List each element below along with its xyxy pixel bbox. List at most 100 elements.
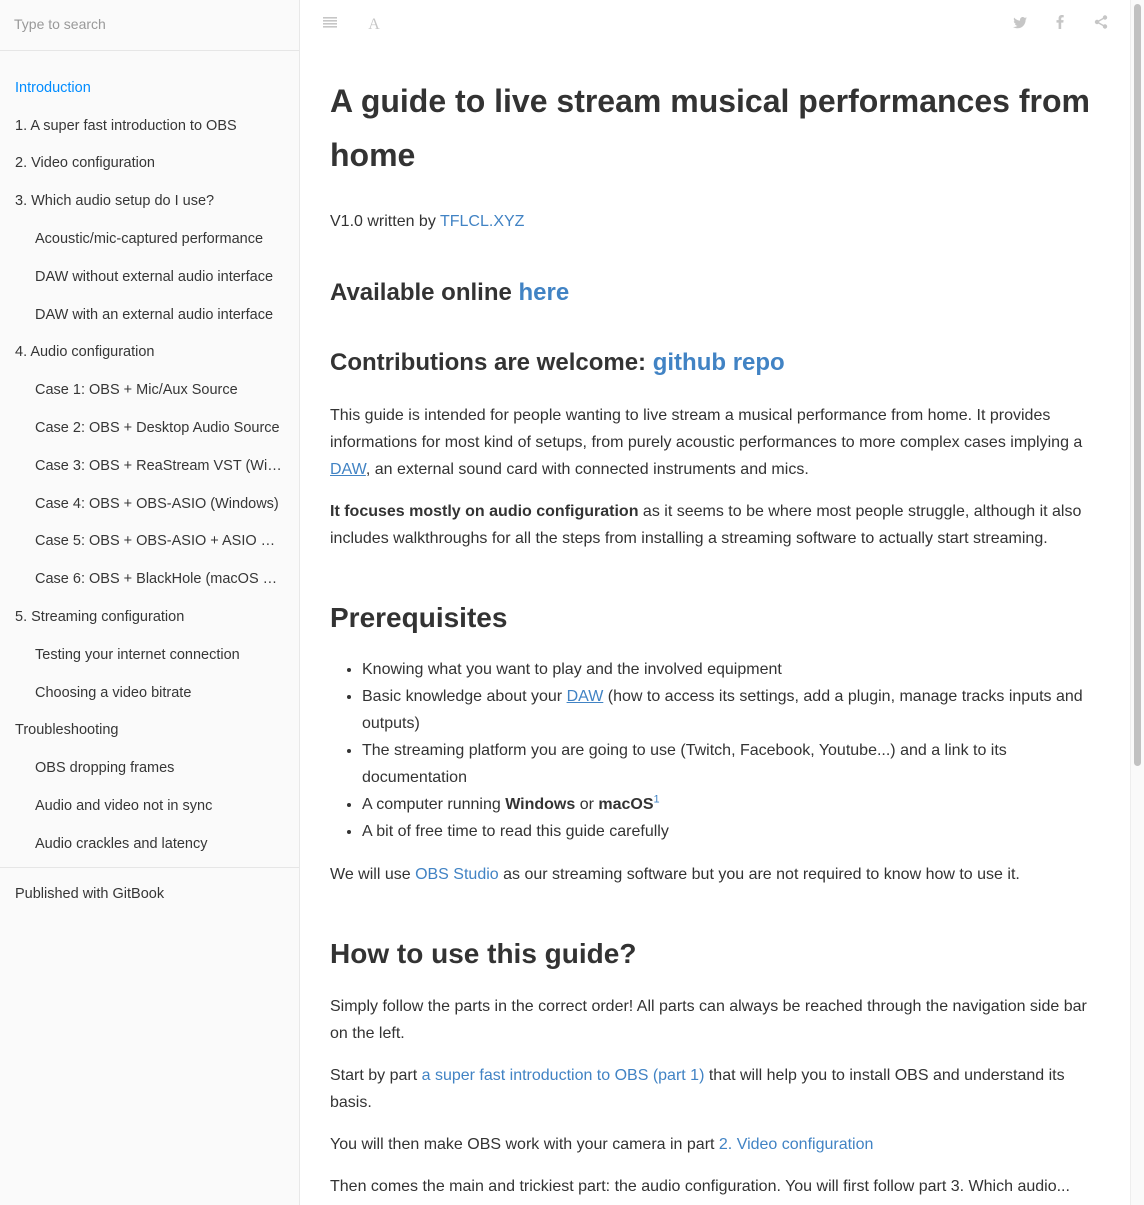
sidebar-item[interactable]: Case 5: OBS + OBS-ASIO + ASIO multi-clie…	[0, 523, 299, 561]
sidebar-item-link[interactable]: Case 5: OBS + OBS-ASIO + ASIO multi-clie…	[0, 533, 284, 549]
list-item: The streaming platform you are going to …	[362, 737, 1105, 791]
daw-link[interactable]: DAW	[330, 461, 366, 478]
contributions-text: Contributions are welcome:	[330, 349, 653, 376]
list-item-text: or	[575, 796, 599, 813]
sidebar-item[interactable]: 1. A super fast introduction to OBS	[0, 107, 299, 145]
sidebar-item[interactable]: Troubleshooting	[0, 712, 299, 750]
author-link[interactable]: TFLCL.XYZ	[440, 213, 524, 230]
sidebar-item[interactable]: Introduction	[0, 69, 299, 107]
intro-text-b: , an external sound card with connected …	[365, 461, 809, 478]
available-text: Available online	[330, 279, 519, 306]
howto-text-a: You will then make OBS work with your ca…	[330, 1136, 719, 1153]
sidebar: Introduction 1. A super fast introduction…	[0, 0, 300, 1205]
scrollbar[interactable]	[1130, 0, 1144, 1205]
page-content: A guide to live stream musical performan…	[330, 70, 1105, 1205]
sidebar-item[interactable]: DAW with an external audio interface	[0, 296, 299, 334]
book-header: A	[300, 0, 1130, 50]
prerequisites-heading: Prerequisites	[330, 602, 508, 633]
intro-bold: It focuses mostly on audio configuration	[330, 503, 639, 520]
list-item: Basic knowledge about your DAW (how to a…	[362, 683, 1105, 737]
part1-link[interactable]: a super fast introduction to OBS (part 1…	[422, 1067, 705, 1084]
sidebar-item-link[interactable]: Audio crackles and latency	[0, 836, 284, 852]
list-item: A bit of free time to read this guide ca…	[362, 818, 1105, 845]
sidebar-item[interactable]: 2. Video configuration	[0, 145, 299, 183]
howto-paragraph-1: Simply follow the parts in the correct o…	[330, 998, 1087, 1042]
sidebar-item[interactable]: Case 4: OBS + OBS-ASIO (Windows)	[0, 485, 299, 523]
list-item: A computer running Windows or macOS1	[362, 791, 1105, 818]
list-item-text: Knowing what you want to play and the in…	[362, 661, 782, 678]
sidebar-item-link[interactable]: 3. Which audio setup do I use?	[0, 193, 270, 209]
obs-text-b: as our streaming software but you are no…	[498, 866, 1020, 883]
windows-bold: Windows	[505, 796, 576, 813]
sidebar-item-link[interactable]: 2. Video configuration	[0, 155, 270, 171]
sidebar-item[interactable]: Audio crackles and latency	[0, 825, 299, 863]
page-title: A guide to live stream musical performan…	[330, 83, 1090, 173]
list-item-text: A computer running	[362, 796, 506, 813]
available-online-heading: Available online here	[330, 275, 1105, 311]
sidebar-item-link[interactable]: OBS dropping frames	[0, 760, 284, 776]
facebook-icon[interactable]	[1050, 15, 1070, 35]
contributions-heading: Contributions are welcome: github repo	[330, 345, 1105, 381]
sidebar-item-link[interactable]: Testing your internet connection	[0, 647, 284, 663]
sidebar-item-link[interactable]: Case 1: OBS + Mic/Aux Source	[0, 382, 284, 398]
scrollbar-thumb[interactable]	[1134, 4, 1141, 766]
sidebar-item-link[interactable]: Audio and video not in sync	[0, 798, 284, 814]
list-item: Knowing what you want to play and the in…	[362, 656, 1105, 683]
sidebar-item[interactable]: 5. Streaming configuration	[0, 598, 299, 636]
obs-studio-link[interactable]: OBS Studio	[415, 866, 499, 883]
howto-paragraph-3: You will then make OBS work with your ca…	[330, 1131, 1105, 1158]
video-config-link[interactable]: 2. Video configuration	[719, 1136, 873, 1153]
intro-text-a: This guide is intended for people wantin…	[330, 407, 1083, 451]
share-icon[interactable]	[1091, 15, 1111, 35]
sidebar-item-link[interactable]: DAW with an external audio interface	[0, 307, 284, 323]
byline: V1.0 written by TFLCL.XYZ	[330, 208, 1105, 235]
published-with-gitbook-link[interactable]: Published with GitBook	[0, 868, 299, 920]
sidebar-item-link[interactable]: 4. Audio configuration	[0, 344, 270, 360]
menu-icon[interactable]	[320, 15, 340, 35]
sidebar-item[interactable]: 3. Which audio setup do I use?	[0, 182, 299, 220]
sidebar-item[interactable]: Case 6: OBS + BlackHole (macOS only)	[0, 560, 299, 598]
intro-paragraph-1: This guide is intended for people wantin…	[330, 402, 1105, 483]
summary-nav: Introduction 1. A super fast introduction…	[0, 51, 299, 863]
sidebar-item[interactable]: Testing your internet connection	[0, 636, 299, 674]
footnote-link[interactable]: 1	[654, 794, 660, 806]
sidebar-item-link[interactable]: DAW without external audio interface	[0, 269, 284, 285]
github-repo-link[interactable]: github repo	[653, 349, 785, 376]
search-input[interactable]	[14, 16, 285, 32]
twitter-icon[interactable]	[1010, 15, 1030, 35]
daw-link[interactable]: DAW	[567, 688, 604, 705]
sidebar-item[interactable]: DAW without external audio interface	[0, 258, 299, 296]
here-link[interactable]: here	[519, 279, 570, 306]
macos-bold: macOS	[598, 796, 654, 813]
search-bar	[0, 0, 299, 51]
obs-paragraph: We will use OBS Studio as our streaming …	[330, 861, 1105, 888]
sidebar-item-link[interactable]: 5. Streaming configuration	[0, 609, 270, 625]
sidebar-item-link[interactable]: Choosing a video bitrate	[0, 685, 284, 701]
how-to-heading: How to use this guide?	[330, 938, 637, 969]
sidebar-item-link[interactable]: Acoustic/mic-captured performance	[0, 231, 284, 247]
list-item-text: Basic knowledge about your	[362, 688, 567, 705]
sidebar-item[interactable]: Audio and video not in sync	[0, 787, 299, 825]
sidebar-item-link[interactable]: Troubleshooting	[0, 722, 270, 738]
sidebar-item-link[interactable]: Case 2: OBS + Desktop Audio Source	[0, 420, 284, 436]
sidebar-item[interactable]: Case 1: OBS + Mic/Aux Source	[0, 371, 299, 409]
sidebar-item-link[interactable]: Case 3: OBS + ReaStream VST (Windows)	[0, 458, 284, 474]
list-item-text: A bit of free time to read this guide ca…	[362, 823, 669, 840]
byline-text: V1.0 written by	[330, 213, 440, 230]
sidebar-item[interactable]: Case 3: OBS + ReaStream VST (Windows)	[0, 447, 299, 485]
sidebar-item[interactable]: 4. Audio configuration	[0, 334, 299, 372]
intro-paragraph-2: It focuses mostly on audio configuration…	[330, 498, 1105, 552]
font-icon[interactable]: A	[364, 15, 384, 35]
prerequisites-list: Knowing what you want to play and the in…	[330, 656, 1105, 845]
obs-text-a: We will use	[330, 866, 416, 883]
sidebar-item[interactable]: Acoustic/mic-captured performance	[0, 220, 299, 258]
sidebar-item-link[interactable]: Case 6: OBS + BlackHole (macOS only)	[0, 571, 284, 587]
sidebar-item-link[interactable]: 1. A super fast introduction to OBS	[0, 118, 270, 134]
sidebar-item-link[interactable]: Introduction	[0, 80, 270, 96]
sidebar-item[interactable]: Choosing a video bitrate	[0, 674, 299, 712]
howto-paragraph-4: Then comes the main and trickiest part: …	[330, 1178, 1070, 1195]
howto-paragraph-2: Start by part a super fast introduction …	[330, 1062, 1105, 1116]
sidebar-item[interactable]: Case 2: OBS + Desktop Audio Source	[0, 409, 299, 447]
sidebar-item-link[interactable]: Case 4: OBS + OBS-ASIO (Windows)	[0, 496, 284, 512]
sidebar-item[interactable]: OBS dropping frames	[0, 749, 299, 787]
